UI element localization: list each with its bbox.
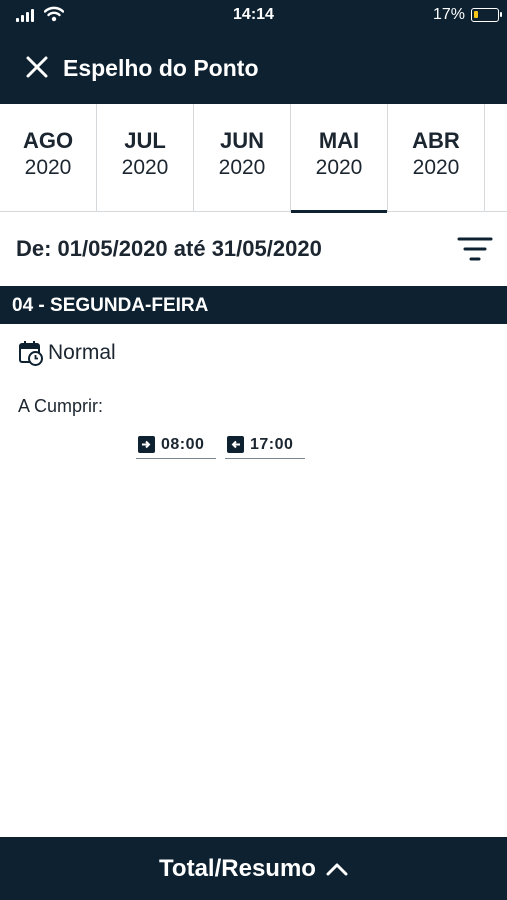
day-header: 04 - SEGUNDA-FEIRA xyxy=(0,286,507,324)
tab-month-label: JUL xyxy=(124,128,166,153)
app-header: 14:14 17% Espelho do Ponto xyxy=(0,0,507,104)
day-type: Normal xyxy=(18,340,116,366)
day-list[interactable]: 04 - SEGUNDA-FEIRA Normal A Cumprir: 08:… xyxy=(0,286,507,837)
time-value: 17:00 xyxy=(250,435,294,453)
total-summary-label: Total/Resumo xyxy=(159,854,316,882)
tab-year-label: 2020 xyxy=(412,156,460,179)
filter-icon[interactable] xyxy=(457,234,493,264)
status-bar: 14:14 17% xyxy=(0,0,507,32)
battery-icon xyxy=(471,8,502,22)
chevron-up-icon xyxy=(326,863,348,875)
tab-month-mai[interactable]: MAI 2020 xyxy=(291,104,388,213)
a-cumprir-label: A Cumprir: xyxy=(18,396,104,416)
period-bar: De: 01/05/2020 até 31/05/2020 xyxy=(0,212,507,286)
page-title: Espelho do Ponto xyxy=(63,55,259,81)
arrow-right-icon xyxy=(138,436,155,453)
status-time: 14:14 xyxy=(233,6,274,23)
day-body: Normal A Cumprir: 08:00 17:00 xyxy=(0,324,507,532)
time-value: 08:00 xyxy=(161,435,205,453)
tab-month-partial[interactable] xyxy=(485,104,507,212)
calendar-clock-icon xyxy=(19,341,43,366)
battery-percentage: 17% xyxy=(432,6,465,23)
close-icon[interactable] xyxy=(24,54,50,80)
time-tag-out: 17:00 xyxy=(225,431,305,459)
tab-month-abr[interactable]: ABR 2020 xyxy=(388,104,485,212)
tab-month-jun[interactable]: JUN 2020 xyxy=(194,104,291,212)
tab-year-label: 2020 xyxy=(315,156,363,179)
tab-month-label: JUN xyxy=(219,128,264,153)
tab-month-label: MAI xyxy=(318,128,360,153)
tab-month-label: ABR xyxy=(412,128,460,153)
tab-year-label: 2020 xyxy=(218,156,266,179)
tab-month-ago[interactable]: AGO 2020 xyxy=(0,104,97,212)
tab-month-label: AGO xyxy=(22,128,74,153)
day-type-label: Normal xyxy=(48,341,116,364)
period-range: De: 01/05/2020 até 31/05/2020 xyxy=(16,236,322,261)
tab-month-jul[interactable]: JUL 2020 xyxy=(97,104,194,212)
nav-bar: Espelho do Ponto xyxy=(0,44,507,90)
arrow-left-icon xyxy=(227,436,244,453)
tab-year-label: 2020 xyxy=(24,156,72,179)
tab-year-label: 2020 xyxy=(121,156,169,179)
day-entry: 04 - SEGUNDA-FEIRA Normal A Cumprir: 08:… xyxy=(0,286,507,532)
total-summary-button[interactable]: Total/Resumo xyxy=(0,837,507,900)
month-tabs: AGO 2020 JUL 2020 JUN 2020 MAI 2020 ABR … xyxy=(0,104,507,213)
time-tag-in: 08:00 xyxy=(136,431,216,459)
